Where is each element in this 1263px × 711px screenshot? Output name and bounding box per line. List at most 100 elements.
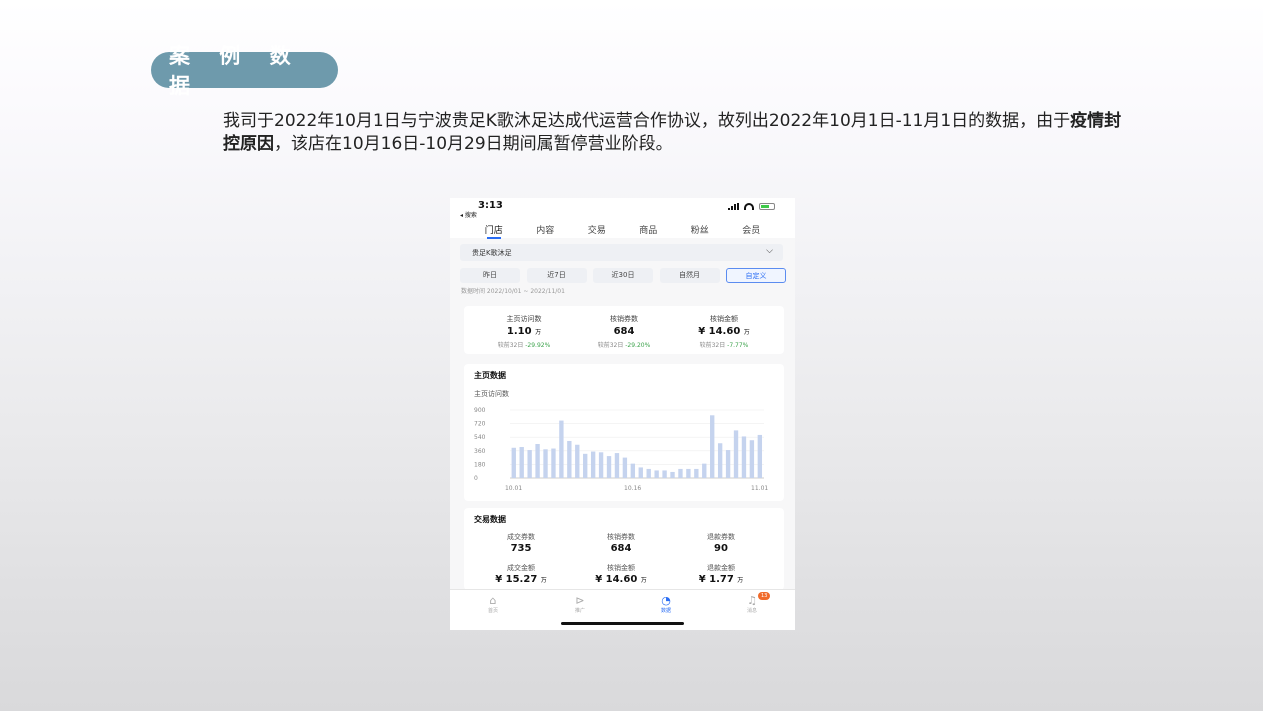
kpi-0: 主页访问数 1.10 万较前32日 -29.92% (474, 314, 574, 349)
nav-item-1[interactable]: ⊳ 推广 (560, 594, 600, 615)
trade-label: 退款金额 (707, 564, 735, 572)
trade-value: 90 (714, 543, 728, 554)
chart-bar (535, 444, 540, 478)
chart-bar (551, 448, 556, 478)
chart-bar (630, 463, 636, 478)
homepage-chart-card: 主页数据 主页访问数 0 180 360 540 720 900 10.01 10.16 11.… (464, 364, 784, 501)
chart-bar (717, 443, 723, 478)
wifi-icon (744, 203, 754, 210)
trade-title: 交易数据 (474, 515, 506, 524)
chart-bar (749, 440, 755, 478)
range-button-3[interactable]: 自然月 (659, 268, 720, 283)
chart-bar (511, 447, 516, 478)
chart-bar (638, 467, 643, 478)
trade-metric-3: 成交金额 ¥ 15.27 万 (476, 563, 566, 585)
date-range-buttons: 昨日 近7日 近30日 自然月 自定义 (460, 268, 786, 283)
range-button-1[interactable]: 近7日 (526, 268, 587, 283)
kpi-change: -7.77% (727, 342, 749, 349)
tab-5[interactable]: 会员 (742, 218, 760, 238)
visits-bar-chart: 0 180 360 540 720 900 10.01 10.16 11.01 (474, 407, 768, 492)
intro-part2: ，该店在10月16日-10月29日期间属暂停营业阶段。 (274, 134, 673, 154)
store-select[interactable]: 贵足K歌沐足 ⌵ (460, 244, 783, 261)
chart-bar (702, 463, 707, 478)
nav-item-2[interactable]: ◔ 数据 (646, 594, 686, 615)
nav-item-3[interactable]: ♫ 消息 (732, 594, 772, 615)
trade-value: ¥ 1.77 万 (698, 574, 744, 585)
chart-bar (622, 457, 628, 478)
chart-bar (598, 452, 604, 478)
home-indicator (561, 622, 684, 625)
chart-bar (654, 470, 659, 478)
status-time: 3:13 (478, 200, 503, 211)
kpi-unit: 万 (535, 329, 542, 336)
trade-metric-1: 核销券数 684 (576, 532, 666, 554)
chart-bar (662, 470, 667, 478)
top-tabs: 门店 内容 交易 商品 粉丝 会员 (450, 218, 795, 239)
chart-bar (710, 415, 715, 478)
trade-metric-2: 退款券数 90 (676, 532, 766, 554)
section-badge: 案 例 数 据 (151, 44, 338, 98)
chart-bar (733, 430, 739, 478)
x-tick-label: 11.01 (751, 485, 768, 492)
chart-bar (559, 420, 564, 478)
kpi-label: 核销金额 (710, 315, 738, 323)
trade-value: 735 (510, 543, 532, 554)
trade-unit: 万 (640, 577, 647, 584)
chart-bar (519, 447, 524, 478)
trade-value: ¥ 14.60 万 (595, 574, 647, 585)
kpi-value: 684 (613, 326, 635, 337)
signal-icon (728, 203, 739, 210)
chart-bar (646, 468, 651, 478)
trade-card: 交易数据 成交券数 735 核销券数 684 退款券数 90 成交金额 ¥ 15.27 万 核销… (464, 508, 784, 590)
phone-screenshot: 3:13 ◂ 搜索 门店 内容 交易 商品 粉丝 会员 贵足K歌沐足 ⌵ 昨日 近7日 近30… (450, 198, 795, 630)
kpi-compare: 较前32日 -29.92% (497, 342, 551, 349)
trade-unit: 万 (540, 577, 547, 584)
kpi-1: 核销券数 684 较前32日 -29.20% (574, 314, 674, 349)
chart-bar (686, 468, 691, 478)
kpi-change: -29.92% (525, 342, 551, 349)
tab-0[interactable]: 门店 (485, 218, 503, 239)
kpi-card: 主页访问数 1.10 万较前32日 -29.92% 核销券数 684 较前32日 -2… (464, 306, 784, 354)
y-tick-label: 540 (474, 434, 486, 441)
range-button-2[interactable]: 近30日 (593, 268, 653, 283)
kpi-unit: 万 (743, 329, 750, 336)
bell-icon: ♫ (747, 594, 757, 607)
status-bar: 3:13 ◂ 搜索 (450, 198, 795, 219)
tab-2[interactable]: 交易 (588, 218, 606, 238)
tab-1[interactable]: 内容 (536, 218, 554, 238)
tab-3[interactable]: 商品 (639, 218, 657, 238)
kpi-2: 核销金额 ¥ 14.60 万较前32日 -7.77% (674, 314, 774, 349)
kpi-label: 主页访问数 (506, 315, 542, 323)
kpi-compare: 较前32日 -7.77% (699, 342, 749, 349)
pie-chart-icon: ◔ (661, 594, 671, 607)
megaphone-icon: ⊳ (575, 594, 585, 607)
status-icons (728, 203, 775, 210)
nav-label: 推广 (574, 608, 585, 614)
range-button-4[interactable]: 自定义 (726, 268, 786, 283)
chart-bar (678, 468, 683, 478)
battery-icon (759, 203, 775, 210)
trade-metric-0: 成交券数 735 (476, 532, 566, 554)
chart-bar (670, 471, 675, 478)
store-name: 贵足K歌沐足 (472, 249, 512, 257)
x-tick-label: 10.16 (624, 485, 641, 492)
trade-label: 成交券数 (507, 533, 535, 541)
nav-label: 首页 (487, 608, 498, 614)
trade-label: 退款券数 (707, 533, 735, 541)
data-period: 数据时间 2022/10/01 ~ 2022/11/01 (461, 288, 565, 295)
chevron-down-icon: ⌵ (766, 246, 773, 256)
kpi-value: 1.10 万 (506, 326, 542, 337)
y-tick-label: 0 (474, 475, 478, 482)
tab-4[interactable]: 粉丝 (691, 218, 709, 238)
intro-text: 我司于2022年10月1日与宁波贵足K歌沐足达成代运营合作协议，故列出2022年… (223, 110, 1123, 156)
chart-bar (694, 468, 699, 478)
chart-bar (543, 449, 548, 478)
range-button-0[interactable]: 昨日 (460, 268, 520, 283)
chart-bar (757, 434, 763, 478)
trade-unit: 万 (737, 577, 744, 584)
y-tick-label: 180 (474, 461, 486, 468)
chart-bar (590, 451, 596, 478)
nav-label: 消息 (746, 608, 757, 614)
nav-item-0[interactable]: ⌂ 首页 (473, 595, 513, 615)
intro-part1: 我司于2022年10月1日与宁波贵足K歌沐足达成代运营合作协议，故列出2022年… (223, 111, 1071, 131)
